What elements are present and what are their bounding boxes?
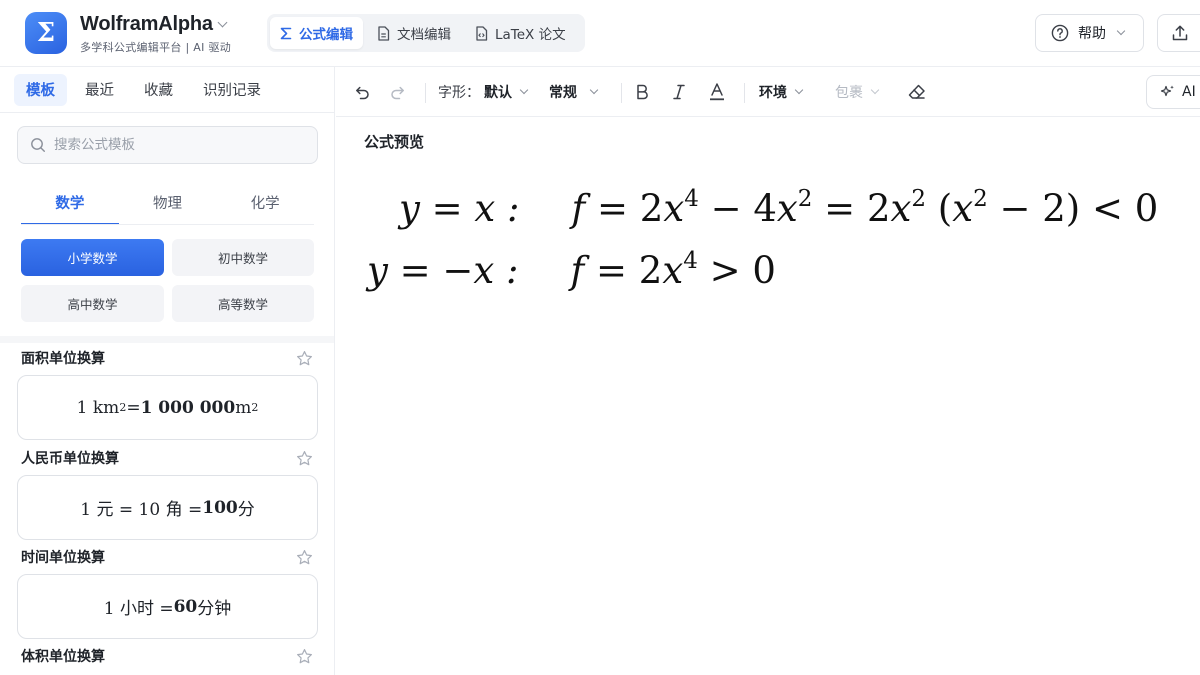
- tab-formula-edit[interactable]: 公式编辑: [270, 17, 363, 49]
- formula-line-1[interactable]: y = x :f = 2x4 − 4x2 = 2x2 (x2 − 2) < 0: [399, 186, 1158, 230]
- subject-tabs: 数学 物理 化学: [21, 179, 314, 225]
- level-middle-math[interactable]: 初中数学: [172, 239, 314, 276]
- category-title: 人民币单位换算: [21, 451, 119, 467]
- undo-button[interactable]: [353, 67, 371, 117]
- help-button[interactable]: 帮助: [1035, 14, 1144, 52]
- brand-subtitle: 多学科公式编辑平台 | AI 驱动: [80, 41, 232, 54]
- search-input[interactable]: [54, 137, 304, 153]
- chevron-down-icon: [589, 85, 599, 95]
- template-card-time-units[interactable]: 1 小时 = 60 分钟: [17, 574, 318, 639]
- brand-name[interactable]: WolframAlpha: [80, 13, 231, 36]
- template-card-area-units[interactable]: 1 km 2 = 1 000 000 m2: [17, 375, 318, 440]
- text-color-button[interactable]: [708, 67, 726, 117]
- sidebar-tab-favorites[interactable]: 收藏: [132, 74, 185, 106]
- template-category: 人民币单位换算 1 元 = 10 角 = 100 分: [0, 445, 334, 540]
- clear-format-button[interactable]: [907, 67, 927, 117]
- sidebar-tab-templates[interactable]: 模板: [14, 73, 67, 106]
- category-title: 面积单位换算: [21, 351, 105, 367]
- toolbar-separator: [744, 83, 745, 103]
- star-icon[interactable]: [296, 450, 313, 467]
- brand[interactable]: WolframAlpha 多学科公式编辑平台 | AI 驱动: [80, 13, 231, 55]
- ai-assistant-button[interactable]: AI: [1146, 75, 1200, 109]
- subject-tab-chemistry[interactable]: 化学: [216, 179, 314, 225]
- category-header: 时间单位换算: [0, 544, 334, 570]
- subject-tab-math[interactable]: 数学: [21, 179, 119, 225]
- logo[interactable]: Σ: [25, 12, 67, 54]
- sidebar-tabs: 模板 最近 收藏 识别记录: [0, 67, 334, 113]
- app-header: Σ WolframAlpha 多学科公式编辑平台 | AI 驱动 公式编辑 文档…: [0, 0, 1200, 67]
- sidebar-tab-recent[interactable]: 最近: [73, 74, 126, 106]
- wrap-dropdown[interactable]: 包裹: [835, 67, 880, 117]
- template-category: 面积单位换算 1 km 2 = 1 000 000 m2: [0, 345, 334, 440]
- sidebar-tab-recognition-history[interactable]: 识别记录: [191, 74, 273, 106]
- latex-file-icon: [475, 25, 488, 41]
- tab-document-edit[interactable]: 文档编辑: [367, 17, 461, 49]
- category-title: 体积单位换算: [21, 649, 105, 665]
- template-card-currency-units[interactable]: 1 元 = 10 角 = 100 分: [17, 475, 318, 540]
- star-icon[interactable]: [296, 549, 313, 566]
- bold-icon: [634, 83, 650, 101]
- star-icon[interactable]: [296, 350, 313, 367]
- eraser-icon: [907, 83, 927, 101]
- level-advanced-math[interactable]: 高等数学: [172, 285, 314, 322]
- subject-tabs-divider: [21, 224, 314, 225]
- subject-tab-physics[interactable]: 物理: [119, 179, 217, 225]
- tab-latex-paper[interactable]: LaTeX 论文: [465, 17, 576, 49]
- upload-icon: [1171, 24, 1189, 42]
- text-color-icon: [708, 82, 726, 102]
- mode-tabs: 公式编辑 文档编辑 LaTeX 论文: [267, 14, 585, 52]
- sigma-logo-icon: Σ: [36, 18, 56, 48]
- chevron-down-icon: [794, 85, 804, 95]
- undo-icon: [353, 83, 371, 101]
- weight-dropdown[interactable]: 常规: [549, 67, 599, 117]
- italic-button[interactable]: [671, 67, 687, 117]
- level-primary-math[interactable]: 小学数学: [21, 239, 164, 276]
- editor-toolbar: 字形： 默认 常规 环境 包裹 AI: [336, 67, 1200, 117]
- chevron-down-icon: [519, 85, 529, 95]
- chevron-down-icon: [870, 85, 880, 95]
- chevron-down-icon: [217, 17, 228, 28]
- level-high-math[interactable]: 高中数学: [21, 285, 164, 322]
- italic-icon: [671, 83, 687, 101]
- category-header: 人民币单位换算: [0, 445, 334, 471]
- redo-icon: [389, 83, 407, 101]
- export-button[interactable]: [1157, 14, 1200, 52]
- font-style-dropdown[interactable]: 字形： 默认: [438, 67, 529, 117]
- level-grid: 小学数学 初中数学 高中数学 高等数学: [21, 239, 314, 322]
- template-category: 时间单位换算 1 小时 = 60 分钟: [0, 544, 334, 639]
- template-category: 体积单位换算: [0, 643, 334, 669]
- sparkle-icon: [1160, 84, 1176, 100]
- preview-title: 公式预览: [364, 133, 425, 151]
- category-header: 体积单位换算: [0, 643, 334, 669]
- bold-button[interactable]: [634, 67, 650, 117]
- template-search[interactable]: [17, 126, 318, 164]
- sigma-icon: [280, 27, 292, 40]
- category-title: 时间单位换算: [21, 550, 105, 566]
- environment-dropdown[interactable]: 环境: [759, 67, 804, 117]
- formula-line-2[interactable]: y = −x :f = 2x4 > 0: [367, 248, 776, 292]
- document-icon: [377, 25, 390, 41]
- section-divider: [0, 336, 334, 343]
- toolbar-separator: [425, 83, 426, 103]
- star-icon[interactable]: [296, 648, 313, 665]
- search-icon: [30, 137, 46, 153]
- category-header: 面积单位换算: [0, 345, 334, 371]
- question-circle-icon: [1051, 24, 1069, 42]
- toolbar-separator: [621, 83, 622, 103]
- redo-button[interactable]: [389, 67, 407, 117]
- chevron-down-icon: [1116, 26, 1126, 36]
- template-sidebar: 模板 最近 收藏 识别记录 数学 物理 化学 小学数学 初中数学 高中数学 高等…: [0, 67, 335, 675]
